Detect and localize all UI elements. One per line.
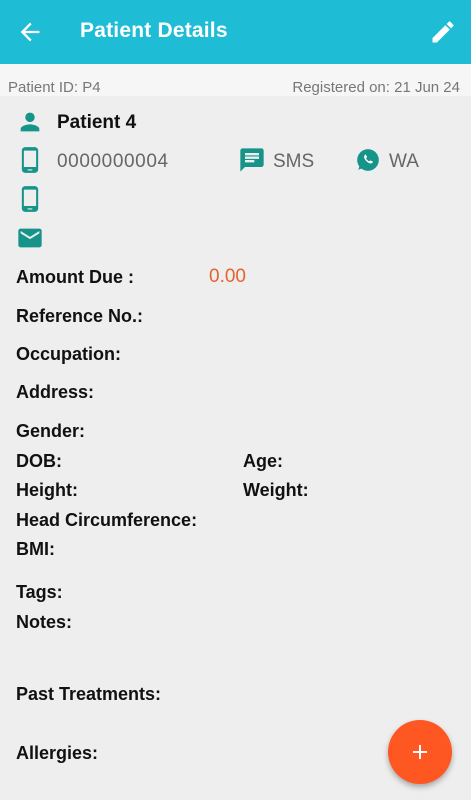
allergies-label: Allergies: xyxy=(16,743,99,763)
age-label: Age: xyxy=(243,451,283,471)
height-label: Height: xyxy=(16,480,78,500)
tags-label: Tags: xyxy=(16,582,63,602)
person-icon xyxy=(16,108,44,136)
back-arrow-icon[interactable] xyxy=(16,18,44,46)
whatsapp-icon[interactable] xyxy=(355,147,383,175)
mobile-phone-icon[interactable] xyxy=(16,185,44,213)
amount-due-label: Amount Due : xyxy=(16,267,134,287)
sms-button[interactable]: SMS xyxy=(273,151,314,173)
phone-number[interactable]: 0000000004 xyxy=(57,151,169,173)
pencil-icon[interactable] xyxy=(429,18,457,46)
mobile-phone-icon[interactable] xyxy=(16,146,44,174)
patient-name: Patient 4 xyxy=(57,112,137,133)
past-treatments-label: Past Treatments: xyxy=(16,684,162,704)
bmi-label: BMI: xyxy=(16,539,55,559)
head-circumference-label: Head Circumference: xyxy=(16,510,198,530)
address-label: Address: xyxy=(16,382,95,402)
dob-label: DOB: xyxy=(16,451,62,471)
patient-id: Patient ID: P4 xyxy=(8,79,101,96)
add-icon xyxy=(413,745,427,759)
registered-date: Registered on: 21 Jun 24 xyxy=(292,79,460,96)
gender-label: Gender: xyxy=(16,421,86,441)
page-title: Patient Details xyxy=(80,19,228,42)
weight-label: Weight: xyxy=(243,480,309,500)
occupation-label: Occupation: xyxy=(16,344,122,364)
email-icon[interactable] xyxy=(16,224,44,252)
meta-strip: Patient ID: P4 Registered on: 21 Jun 24 xyxy=(0,64,471,96)
whatsapp-button[interactable]: WA xyxy=(389,151,419,173)
reference-label: Reference No.: xyxy=(16,306,144,326)
amount-due-value: 0.00 xyxy=(209,266,246,287)
message-icon[interactable] xyxy=(238,146,266,174)
add-button[interactable] xyxy=(388,720,452,784)
notes-label: Notes: xyxy=(16,612,73,632)
app-bar: Patient Details xyxy=(0,0,471,64)
